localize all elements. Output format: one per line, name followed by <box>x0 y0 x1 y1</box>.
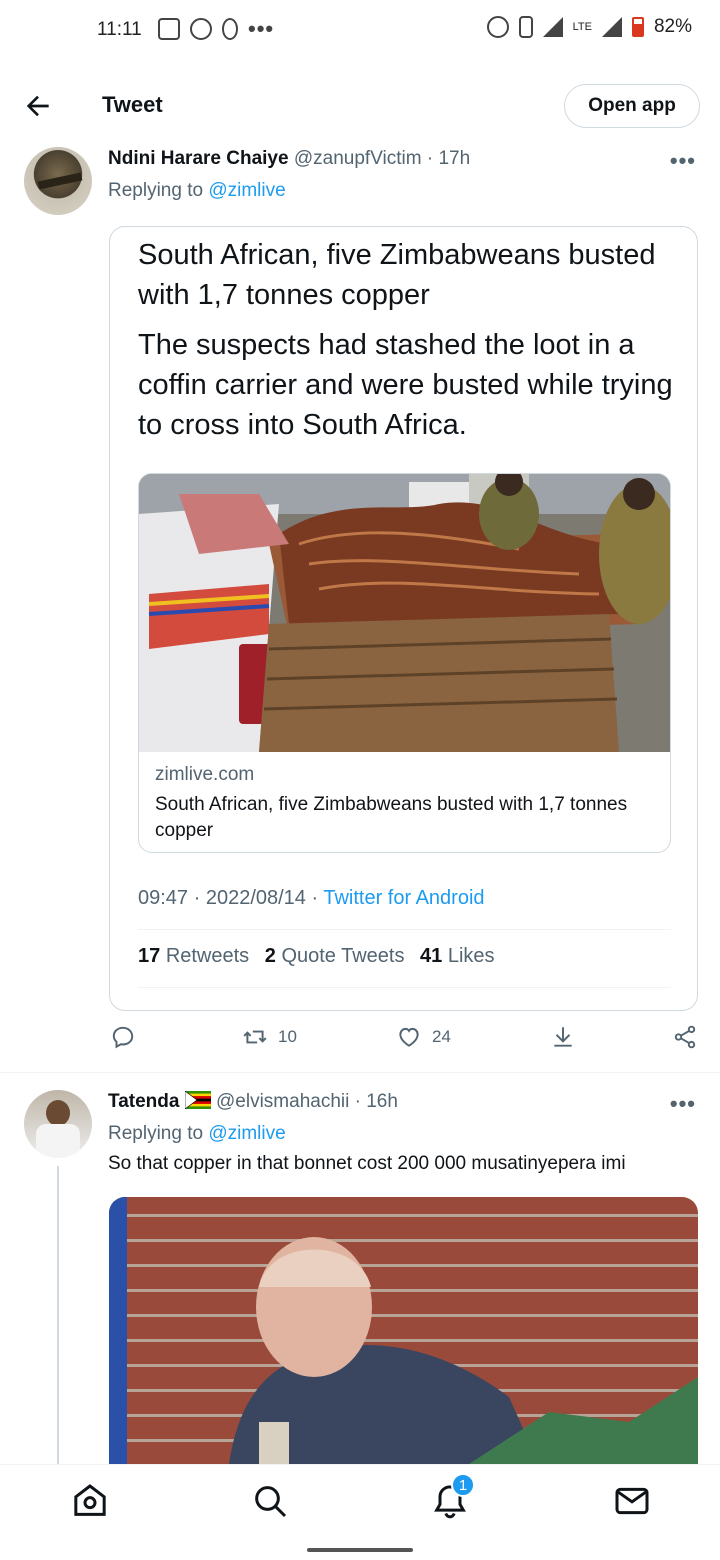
download-button[interactable] <box>550 1024 576 1050</box>
gesture-home-bar[interactable] <box>307 1548 413 1552</box>
whatsapp-icon <box>190 18 212 40</box>
link-preview-card[interactable]: zimlive.com South African, five Zimbabwe… <box>138 473 671 853</box>
retweet-count: 10 <box>278 1027 297 1046</box>
tweet-actions: 10 24 <box>0 1024 720 1060</box>
messages-envelope-icon[interactable] <box>612 1481 652 1521</box>
download-icon <box>554 1027 572 1047</box>
tweet-time: 16h <box>366 1091 398 1112</box>
replying-to-label: Replying to <box>108 180 204 201</box>
retweet-button[interactable]: 10 <box>242 1024 297 1050</box>
likes-count: 41 <box>420 945 443 967</box>
separator-dot: · <box>426 148 434 169</box>
likes-label: Likes <box>447 945 495 967</box>
quote-tweets-stat[interactable]: 2 Quote Tweets <box>265 945 405 967</box>
status-system-icons: LTE 82% <box>486 16 692 38</box>
replying-to: Replying to @zimlive <box>108 1123 286 1145</box>
quote-tweets-count: 2 <box>264 945 276 967</box>
retweets-count: 17 <box>138 945 161 967</box>
retweets-stat[interactable]: 17 Retweets <box>138 945 249 967</box>
like-count: 24 <box>432 1027 451 1046</box>
reply-button[interactable] <box>110 1024 136 1050</box>
signal-2-icon <box>601 17 622 37</box>
signal-icon <box>542 17 563 37</box>
like-button[interactable]: 24 <box>396 1024 451 1050</box>
quote-tweets-label: Quote Tweets <box>281 945 405 967</box>
retweets-label: Retweets <box>165 945 250 967</box>
author-name[interactable]: Tatenda <box>108 1091 179 1112</box>
status-bar: 11:11 ••• LTE 82% <box>0 0 720 60</box>
network-type: LTE <box>572 21 592 33</box>
tweet-time: 17h <box>438 148 471 169</box>
author-name[interactable]: Ndini Harare Chaiye <box>108 148 289 169</box>
battery-icon <box>631 17 644 37</box>
heart-icon <box>399 1027 419 1047</box>
man-photo <box>109 1197 698 1464</box>
separator-dot: · <box>354 1091 361 1112</box>
home-icon[interactable] <box>70 1481 110 1521</box>
author-handle[interactable]: @zanupfVictim <box>294 148 422 169</box>
search-icon[interactable] <box>250 1481 290 1521</box>
tweet-author-line: Tatenda @elvismahachii · 16h <box>108 1090 398 1113</box>
link-title: South African, five Zimbabweans busted w… <box>155 794 628 841</box>
divider <box>138 987 671 988</box>
link-preview-meta: zimlive.com South African, five Zimbabwe… <box>155 764 655 844</box>
author-handle[interactable]: @elvismahachii <box>216 1091 349 1112</box>
avatar[interactable] <box>24 147 92 215</box>
more-notifications-icon: ••• <box>248 16 275 41</box>
thread-line <box>57 1166 59 1464</box>
open-app-button[interactable]: Open app <box>564 84 700 128</box>
more-options-icon[interactable]: ••• <box>670 148 696 174</box>
tweet-source-link[interactable]: Twitter for Android <box>323 887 484 909</box>
page-title: Tweet <box>102 92 163 117</box>
quoted-headline: South African, five Zimbabweans busted w… <box>138 239 656 311</box>
link-domain: zimlive.com <box>155 764 255 785</box>
top-header: Tweet Open app <box>0 78 720 134</box>
share-icon <box>674 1025 696 1049</box>
zimbabwe-flag-icon <box>184 1090 211 1110</box>
likes-stat[interactable]: 41 Likes <box>420 945 495 967</box>
tweet-image[interactable] <box>109 1197 698 1464</box>
replying-to-link[interactable]: @zimlive <box>208 1123 285 1144</box>
tweet-timestamp: 09:47 · 2022/08/14 · <box>138 887 319 909</box>
more-options-icon[interactable]: ••• <box>670 1091 696 1117</box>
link-preview-image <box>139 474 670 752</box>
divider <box>138 929 671 930</box>
replying-to-link[interactable]: @zimlive <box>208 180 285 201</box>
replying-to-label: Replying to <box>108 1123 204 1144</box>
bottom-nav <box>0 1464 720 1536</box>
battery-percent: 82% <box>653 16 692 37</box>
back-arrow-icon[interactable] <box>22 90 54 122</box>
tweet-text: So that copper in that bonnet cost 200 0… <box>108 1153 626 1174</box>
tweet-author-line: Ndini Harare Chaiye @zanupfVictim · 17h <box>108 148 470 170</box>
opera-icon <box>222 18 238 40</box>
avatar[interactable] <box>24 1090 92 1158</box>
tweet-separator <box>0 1072 720 1073</box>
tweet-metadata: 09:47 · 2022/08/14 · Twitter for Android <box>138 887 485 910</box>
vibrate-icon <box>518 16 533 38</box>
reply-icon <box>112 1026 134 1049</box>
retweet-icon <box>243 1030 267 1044</box>
news-icon <box>158 18 180 40</box>
copper-truck-photo <box>139 474 670 752</box>
status-time: 11:11 <box>97 19 142 40</box>
quoted-tweet-card[interactable]: South African, five Zimbabweans busted w… <box>109 226 698 1011</box>
notification-badge: 1 <box>451 1473 475 1497</box>
quoted-summary: The suspects had stashed the loot in a c… <box>138 329 673 441</box>
alarm-icon <box>486 16 509 38</box>
replying-to: Replying to @zimlive <box>108 180 286 202</box>
status-notification-icons: ••• <box>158 16 274 42</box>
share-button[interactable] <box>672 1024 698 1050</box>
engagement-stats: 17 Retweets 2 Quote Tweets 41 Likes <box>138 945 495 968</box>
